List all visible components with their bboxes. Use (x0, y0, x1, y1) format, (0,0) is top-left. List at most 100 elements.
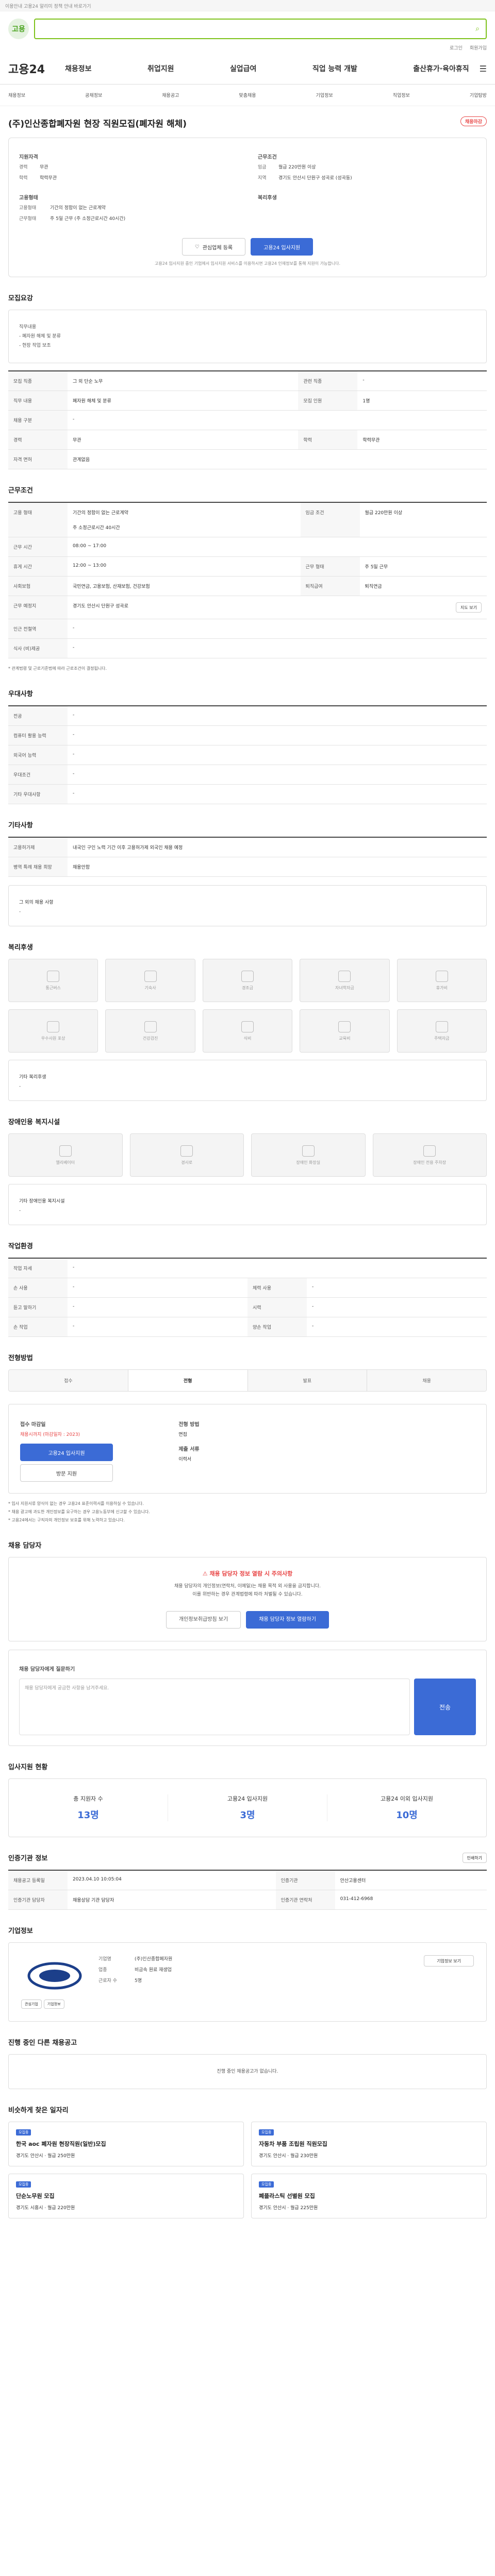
cell: - (68, 410, 487, 430)
card-region: 경기도 안산시 (259, 2154, 286, 2159)
heart-icon: ♡ (194, 244, 200, 250)
subnav-item[interactable]: 채용공고 (162, 92, 179, 98)
qna-send-button[interactable]: 전송 (414, 1679, 476, 1735)
qna-box: 채용 담당자에게 질문하기 채용 담당자에게 궁금한 사항을 남겨주세요. 전송 (8, 1650, 487, 1746)
scrap-button[interactable]: ♡ 관심업체 등록 (182, 238, 246, 256)
subnav-item[interactable]: 맞춤채용 (239, 92, 256, 98)
welfare-label: 주택자금 (434, 1036, 450, 1041)
facility-item: 경사로 (129, 1133, 244, 1177)
cell: 폐자원 해체 및 분류 (68, 391, 299, 411)
welfare-box: 기타 복리후생 - (8, 1060, 487, 1101)
welfare-label: 우수사원 포상 (41, 1036, 65, 1041)
cell-text: 경기도 안산시 단원구 성곡로 (73, 604, 128, 609)
process-box: 접수 마감일 채용시까지 (마감일자 : 2023) 고용24 입사지원 방문 … (8, 1404, 487, 1494)
cell: 국민연금, 고용보험, 산재보험, 건강보험 (68, 576, 301, 596)
qualification-label: 지원자격 (19, 155, 38, 160)
subnav-item[interactable]: 공채정보 (85, 92, 102, 98)
cell-head: 퇴직급여 (300, 576, 360, 596)
cell-head: 식사 (비)제공 (8, 638, 68, 658)
cell-head: 작업 자세 (8, 1258, 68, 1278)
subnav-item[interactable]: 직업정보 (393, 92, 410, 98)
search-input[interactable]: ⌕ (34, 19, 487, 39)
cell: - (68, 765, 487, 785)
warning-icon: ⚠ (202, 1570, 210, 1577)
company-info-button[interactable]: 기업정보 보기 (424, 1955, 474, 1967)
favorite-company-button[interactable]: 관심기업 (21, 1999, 42, 2009)
card-tag: 모집중 (259, 2181, 274, 2188)
apply-button[interactable]: 고용24 입사지원 (251, 238, 314, 256)
company-info-mini-button[interactable]: 기업정보 (43, 1999, 64, 2009)
gift-icon (241, 970, 254, 982)
section-title: 모집요강 (8, 295, 33, 302)
gnb-item[interactable]: 출산휴가·육아휴직 (413, 63, 469, 74)
cell: - (307, 1317, 487, 1337)
gnb-item[interactable]: 실업급여 (230, 63, 257, 74)
contact-section: 채용 담당자 ⚠ 채용 담당자 정보 열람 시 주의사항 채용 담당자의 개인정… (0, 1540, 495, 1746)
apply-note: 고용24 입사지원 중인 기업에서 입사지원 서비스를 이용하시면 고용24 인… (155, 261, 340, 266)
similar-job-card[interactable]: 모집중 한국 aoc 폐자원 현장직원(일반)모집 경기도 안산시 · 월급 250… (8, 2122, 244, 2166)
welfare-item: 식비 (202, 1009, 293, 1053)
benefit-label: 복리후생 (258, 195, 277, 201)
similar-job-card[interactable]: 모집중 폐플라스틱 선별원 모집 경기도 안산시 · 월급 225만원 (251, 2174, 487, 2218)
disabled-grid: 엘리베이터 경사로 장애인 화장실 장애인 전용 주차장 (8, 1133, 487, 1177)
brand-name[interactable]: 고용24 (8, 60, 65, 77)
kv-key: 지역 (258, 176, 267, 181)
print-button[interactable]: 인쇄하기 (462, 1853, 487, 1863)
others-table: 고용허가제 내국인 구인 노력 기간 이후 고용허가제 외국인 채용 예정 병역 … (8, 837, 487, 877)
cell: - (357, 371, 487, 391)
box-title: 그 외의 채용 사항 (19, 900, 54, 905)
subnav-item[interactable]: 기업정보 (316, 92, 333, 98)
cell: - (68, 784, 487, 804)
welfare-label: 교육비 (339, 1036, 351, 1041)
cell-head: 양손 작업 (248, 1317, 307, 1337)
company-industry: 비금속 원료 재생업 (135, 1968, 172, 1973)
section-title: 기타사항 (8, 822, 33, 829)
section-title: 우대사항 (8, 690, 33, 698)
company-name: (주)인산종합폐자원 (135, 1957, 173, 1962)
facility-label: 장애인 화장실 (296, 1160, 321, 1165)
gnb-item[interactable]: 직업 능력 개발 (312, 63, 357, 74)
subnav-item[interactable]: 채용정보 (8, 92, 25, 98)
card-title: 폐플라스틱 선별원 모집 (259, 2193, 315, 2199)
login-link[interactable]: 로그인 (450, 44, 463, 51)
privacy-policy-button[interactable]: 개인정보취급방침 보기 (166, 1611, 241, 1629)
education-icon (338, 970, 351, 982)
stat-value: 13명 (77, 1810, 99, 1821)
view-contact-button[interactable]: 채용 담당자 정보 열람하기 (246, 1611, 329, 1629)
site-logo[interactable]: 고용 (8, 19, 29, 39)
process-apply-button[interactable]: 고용24 입사지원 (20, 1444, 113, 1461)
similar-job-card[interactable]: 모집중 단순노무원 모집 경기도 시흥시 · 월급 220만원 (8, 2174, 244, 2218)
subnav-item[interactable]: 기업탐방 (470, 92, 487, 98)
gnb-item[interactable]: 채용정보 (65, 63, 92, 74)
visit-apply-button[interactable]: 방문 지원 (20, 1464, 113, 1482)
cell-head: 근무 형태 (300, 556, 360, 577)
company-section: 기업정보 관심기업 기업정보 기업명 (주)인산종합폐자원 업종 비금속 원료 재생… (0, 1925, 495, 2022)
empty-box: 진행 중인 채용공고가 없습니다. (8, 2054, 487, 2089)
conditions-section: 근무조건 고용 형태 기간의 정함이 없는 근로계약 주 소정근로시간 40시간 임금… (0, 485, 495, 673)
menu-icon[interactable]: ☰ (480, 64, 487, 74)
stat-value: 10명 (396, 1810, 418, 1821)
cell: - (68, 725, 487, 745)
qna-textarea[interactable]: 채용 담당자에게 궁금한 사항을 남겨주세요. (19, 1679, 410, 1735)
cell: 031-412-6968 (335, 1890, 487, 1910)
box-title: 기타 복리후생 (19, 1075, 46, 1080)
dormitory-icon (144, 970, 157, 982)
info-table: 채용공고 등록일 2023.04.10 10:05:04 인증기관 안산고용센터 인증… (8, 1870, 487, 1910)
job-title-text: (주)인산종합폐자원 현장 직원모집(폐자원 해체) (8, 119, 187, 129)
card-region: 경기도 안산시 (259, 2206, 286, 2211)
cell: 내국인 구인 노력 기간 이후 고용허가제 외국인 채용 예정 (68, 837, 487, 857)
sub-nav: 채용정보 공채정보 채용공고 맞춤채용 기업정보 직업정보 기업탐방 (0, 84, 495, 106)
gnb-item[interactable]: 취업지원 (147, 63, 174, 74)
cell: 경기도 안산시 단원구 성곡로 지도 보기 (68, 596, 487, 619)
map-button[interactable]: 지도 보기 (456, 602, 482, 613)
stats-section: 입사지원 현황 총 지원자 수 13명 고용24 입사지원 3명 고용24 이외 입… (0, 1761, 495, 1837)
similar-job-card[interactable]: 모집중 자동차 부품 조립원 직원모집 경기도 안산시 · 월급 230만원 (251, 2122, 487, 2166)
cell: - (68, 706, 487, 726)
facility-label: 경사로 (181, 1160, 193, 1165)
gnb-menu: 채용정보 취업지원 실업급여 직업 능력 개발 출산휴가·육아휴직 (65, 63, 469, 74)
cell: 채용상담 기관 담당자 (68, 1890, 276, 1910)
signup-link[interactable]: 회원가입 (470, 44, 487, 51)
cell: - (307, 1297, 487, 1317)
welfare-item: 주택자금 (397, 1009, 487, 1053)
card-region: 경기도 안산시 (16, 2154, 43, 2159)
